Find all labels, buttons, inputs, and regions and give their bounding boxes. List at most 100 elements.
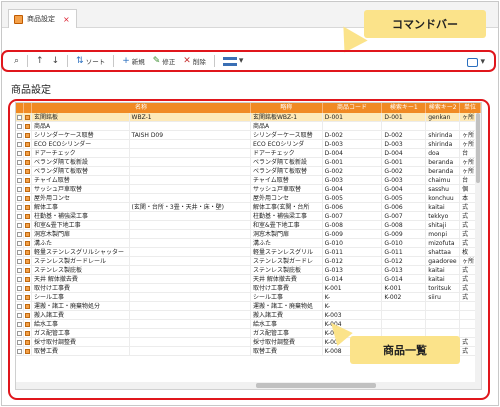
row-checkbox[interactable] [16,347,24,355]
delete-button[interactable]: ✕ 削除 [180,53,209,69]
row-checkbox[interactable] [16,158,24,166]
table-row[interactable]: 運搬・諸工・廃棄物処分 運搬・諸工・廃棄物処 K- [16,302,481,311]
checkbox[interactable] [16,285,22,291]
column-header-key2[interactable]: 検索キー2 [426,103,461,113]
checkbox[interactable] [16,276,22,282]
move-down-button[interactable]: ↓ [49,53,63,69]
table-row[interactable]: ECO ECOシリンダー ECO ECOシリンダ D-003 D-003 shirind… [16,140,481,149]
row-checkbox[interactable] [16,230,24,238]
tab-product-settings[interactable]: 商品設定 × [8,9,77,28]
column-header-short-name[interactable]: 略称 [251,103,323,113]
checkbox[interactable] [16,294,22,300]
row-checkbox[interactable] [16,248,24,256]
row-checkbox[interactable] [16,239,24,247]
table-row[interactable]: 搬入諸工費 搬入諸工費 K-003 [16,311,481,320]
checkbox[interactable] [16,330,22,336]
table-row[interactable]: 和室&畳下地工事 和室&畳下地工事 G-008 G-008 shitaji 式 [16,221,481,230]
row-checkbox[interactable] [16,113,24,121]
checkbox[interactable] [16,249,22,255]
table-row[interactable]: ステンレス製庇板 ステンレス製庇板 G-013 G-013 kaitai 式 [16,266,481,275]
row-checkbox[interactable] [16,221,24,229]
row-checkbox[interactable] [16,266,24,274]
table-row[interactable]: サッシュ戸車取替 サッシュ戸車取替 G-004 G-004 sasshu 個 [16,185,481,194]
checkbox[interactable] [16,204,22,210]
table-row[interactable]: 商品A 商品A [16,122,481,131]
column-header-key1[interactable]: 検索キー1 [382,103,427,113]
checkbox[interactable] [16,195,22,201]
horizontal-scrollbar[interactable] [16,382,481,389]
checkbox[interactable] [16,222,22,228]
row-checkbox[interactable] [16,167,24,175]
checkbox[interactable] [16,177,22,183]
row-checkbox[interactable] [16,311,24,319]
row-checkbox[interactable] [16,302,24,310]
new-button[interactable]: + 新規 [119,53,148,69]
table-row[interactable]: シール工事 シール工事 K- K-002 siiru 式 [16,293,481,302]
row-checkbox[interactable] [16,131,24,139]
checkbox[interactable] [16,123,22,129]
sort-button[interactable]: ⇅ ソート [73,53,108,69]
table-row[interactable]: 解体工事 (玄関・台所・3畳・天井・床・壁) 解体工事(玄関・台所 G-006 G-00… [16,203,481,212]
checkbox[interactable] [16,240,22,246]
table-row[interactable]: 屋外用コンセ 屋外用コンセ G-005 G-005 konchuu 本 [16,194,481,203]
row-checkbox[interactable] [16,185,24,193]
table-row[interactable]: 天井 解体撤去費 天井 解体撤去費 G-014 G-014 kaitai 式 [16,275,481,284]
row-checkbox[interactable] [16,284,24,292]
checkbox[interactable] [16,132,22,138]
checkbox[interactable] [16,339,22,345]
row-checkbox[interactable] [16,203,24,211]
column-header-code[interactable]: 商品コード [323,103,383,113]
row-checkbox[interactable] [16,122,24,130]
row-checkbox[interactable] [16,338,24,346]
view-menu-button[interactable]: ▾ [220,53,247,69]
arrow-down-icon: ↓ [51,55,60,66]
vertical-scrollbar[interactable] [475,113,481,383]
checkbox[interactable] [16,312,22,318]
table-row[interactable]: 軽量ステンレスグリルシャッター 軽量ステンレスグリル G-011 G-011 shatt… [16,248,481,257]
table-row[interactable]: 玄関銘板 WBZ-1 玄関銘板WBZ-1 D-001 D-001 genkan ヶ所 [16,113,481,122]
table-row[interactable]: シリンダーケース取替 TAISH D09 シリンダーケース取替 D-002 D-002 s… [16,131,481,140]
row-checkbox[interactable] [16,329,24,337]
table-row[interactable]: 給水工事 給水工事 K-004 [16,320,481,329]
table-row[interactable]: 取付け工事費 取付け工事費 K-001 K-001 toritsuk 式 [16,284,481,293]
row-checkbox[interactable] [16,275,24,283]
checkbox[interactable] [16,267,22,273]
table-row[interactable]: ベランダ隔て板新設 ベランダ隔て板新設 G-001 G-001 beranda ヶ所 [16,158,481,167]
row-checkbox[interactable] [16,212,24,220]
row-checkbox[interactable] [16,194,24,202]
move-up-button[interactable]: ↑ [33,53,47,69]
checkbox[interactable] [16,321,22,327]
table-row[interactable]: ステンレス製ガードレール ステンレス製ガードレ G-012 G-012 gaadoree… [16,257,481,266]
checkbox[interactable] [16,141,22,147]
table-row[interactable]: 洞窓木製門扉 洞窓木製門扉 G-009 G-009 monpi 式 [16,230,481,239]
edit-button[interactable]: ✎ 修正 [150,53,179,69]
table-row[interactable]: 溝ふた 溝ふた G-010 G-010 mizofuta 式 [16,239,481,248]
checkbox[interactable] [16,159,22,165]
scrollbar-thumb[interactable] [476,113,480,183]
checkbox[interactable] [16,258,22,264]
column-header-unit[interactable]: 単位 [460,103,481,113]
row-checkbox[interactable] [16,149,24,157]
row-checkbox[interactable] [16,176,24,184]
table-row[interactable]: ベランダ隔て板取替 ベランダ隔て板取替 G-002 G-002 beranda ヶ所 [16,167,481,176]
checkbox[interactable] [16,114,22,120]
scrollbar-thumb[interactable] [256,383,376,388]
row-checkbox[interactable] [16,293,24,301]
checkbox[interactable] [16,150,22,156]
table-row[interactable]: ドアーチェック ドアーチェック D-004 D-004 doa 台 [16,149,481,158]
checkbox[interactable] [16,186,22,192]
row-checkbox[interactable] [16,320,24,328]
checkbox[interactable] [16,303,22,309]
column-header-name[interactable]: 名称 [32,103,251,113]
row-checkbox[interactable] [16,140,24,148]
checkbox[interactable] [16,213,22,219]
checkbox[interactable] [16,348,22,354]
checkbox[interactable] [16,168,22,174]
close-icon[interactable]: × [63,15,70,24]
print-button[interactable]: ▾ [464,54,488,70]
table-row[interactable]: チャイム取替 チャイム取替 G-003 G-003 chaimu 台 [16,176,481,185]
row-checkbox[interactable] [16,257,24,265]
search-button[interactable]: ⌕ [11,53,22,69]
table-row[interactable]: 柱勤基・補強梁工事 柱勤基・補強梁工事 G-007 G-007 tekkyo 式 [16,212,481,221]
checkbox[interactable] [16,231,22,237]
